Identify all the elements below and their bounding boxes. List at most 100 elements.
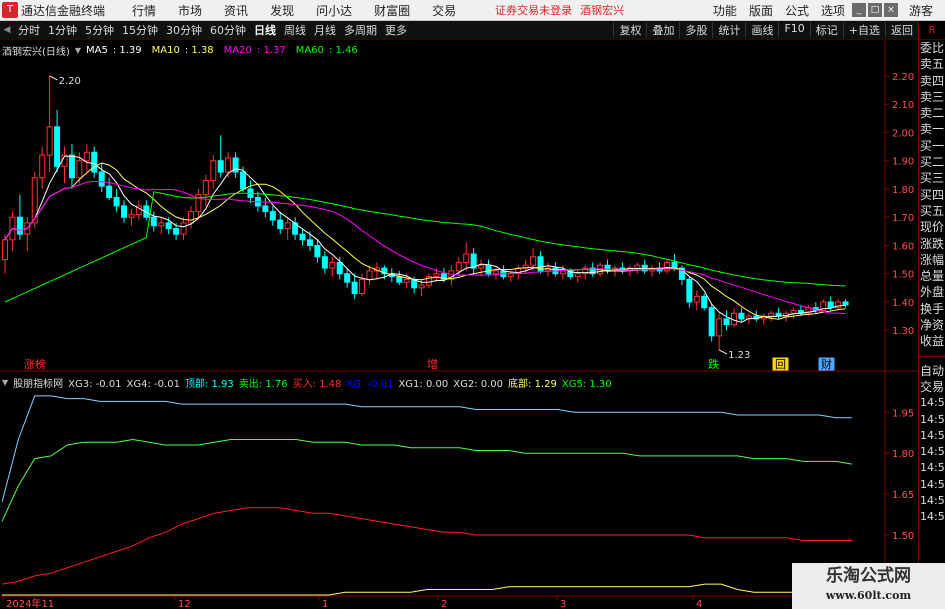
indicator-name[interactable]: 股朋指标网 xyxy=(13,375,63,390)
maximize-button[interactable]: □ xyxy=(867,3,882,17)
trade-field-0[interactable]: 自动 xyxy=(919,363,945,379)
candle-body xyxy=(314,244,321,258)
guest-user[interactable]: 游客 xyxy=(909,2,933,19)
candle-body xyxy=(738,312,745,320)
tick-time-2[interactable]: 14:56 xyxy=(919,428,945,444)
watermark-title: 乐淘公式网 xyxy=(826,566,911,586)
quote-field-10[interactable]: 买五 xyxy=(919,203,945,219)
menu-options[interactable]: 选项 xyxy=(815,2,851,19)
indicator-value-6: XG1: 0.00 xyxy=(398,379,449,390)
quote-field-18[interactable]: 收益 xyxy=(919,333,945,349)
expand-icon[interactable]: ▼ xyxy=(2,378,8,387)
tool-mark[interactable]: 标记 xyxy=(809,22,843,38)
candle-body xyxy=(723,318,730,326)
add-watchlist-button[interactable]: +自选 xyxy=(842,22,885,38)
high-pointer xyxy=(49,75,58,81)
quote-field-15[interactable]: 外盘 xyxy=(919,284,945,300)
tick-time-0[interactable]: 14:56 xyxy=(919,395,945,411)
chevron-left-icon[interactable]: ◀ xyxy=(0,25,14,35)
quote-field-8[interactable]: 买三 xyxy=(919,170,945,186)
candle-body xyxy=(478,264,485,269)
indicator-legend: ▼ 股朋指标网 XG3: -0.01 XG4: -0.01 顶部: 1.93 卖出: … xyxy=(2,375,622,390)
menu-formula[interactable]: 公式 xyxy=(779,2,815,19)
quote-field-14[interactable]: 总量 xyxy=(919,268,945,284)
decline-marker: 跌 xyxy=(708,357,719,371)
menu-ask[interactable]: 问小达 xyxy=(305,2,363,19)
quote-field-7[interactable]: 买二 xyxy=(919,154,945,170)
menu-wealth[interactable]: 财富圈 xyxy=(363,2,421,19)
candle-body xyxy=(39,154,46,179)
quote-field-6[interactable]: 买一 xyxy=(919,138,945,154)
kline-chart-area[interactable]: 2.20 2.10 2.00 1.90 1.80 1.70 1.60 1.50 1.40 1.30… xyxy=(0,40,918,609)
ma20-line xyxy=(4,180,846,315)
period-more[interactable]: 更多 xyxy=(381,22,411,38)
app-logo-icon: T xyxy=(2,2,18,18)
period-tick[interactable]: 分时 xyxy=(14,22,44,38)
menubar: T 通达信金融终端 行情 市场 资讯 发现 问小达 财富圈 交易 证券交易未登录… xyxy=(0,0,945,21)
quote-field-11[interactable]: 现价 xyxy=(919,219,945,235)
candle-body xyxy=(128,213,135,218)
tick-time-5[interactable]: 14:56 xyxy=(919,477,945,493)
quote-field-9[interactable]: 买四 xyxy=(919,187,945,203)
menu-market[interactable]: 市场 xyxy=(167,2,213,19)
bottom-line xyxy=(2,583,852,596)
tool-multi-stock[interactable]: 多股 xyxy=(679,22,712,38)
quote-field-16[interactable]: 换手 xyxy=(919,301,945,317)
chart-canvas[interactable]: 2.20 2.10 2.00 1.90 1.80 1.70 1.60 1.50 1.40 1.30… xyxy=(0,40,918,609)
candle-body xyxy=(299,233,306,241)
period-15min[interactable]: 15分钟 xyxy=(118,22,162,38)
tick-time-6[interactable]: 14:56 xyxy=(919,493,945,509)
quote-field-17[interactable]: 净资 xyxy=(919,317,945,333)
quote-field-12[interactable]: 涨跌 xyxy=(919,236,945,252)
tool-f10[interactable]: F10 xyxy=(778,22,809,38)
trade-field-1[interactable]: 交易 xyxy=(919,379,945,395)
candle-body xyxy=(83,151,90,162)
sidebar-toggle[interactable]: R xyxy=(919,21,945,40)
quote-field-3[interactable]: 卖三 xyxy=(919,89,945,105)
menu-layout[interactable]: 版面 xyxy=(743,2,779,19)
stock-label[interactable]: 酒钢宏兴(日线) xyxy=(2,43,70,58)
menu-discover[interactable]: 发现 xyxy=(259,2,305,19)
quote-field-13[interactable]: 涨幅 xyxy=(919,252,945,268)
tick-time-3[interactable]: 14:56 xyxy=(919,444,945,460)
period-weekly[interactable]: 周线 xyxy=(280,22,310,38)
period-30min[interactable]: 30分钟 xyxy=(162,22,206,38)
menu-news[interactable]: 资讯 xyxy=(213,2,259,19)
close-button[interactable]: × xyxy=(883,3,898,17)
price-tick-label: 1.30 xyxy=(892,326,914,337)
tick-time-7[interactable]: 14:56 xyxy=(919,509,945,525)
menu-functions[interactable]: 功能 xyxy=(707,2,743,19)
period-1min[interactable]: 1分钟 xyxy=(44,22,81,38)
current-stock-name: 酒钢宏兴 xyxy=(580,4,625,17)
candle-body xyxy=(693,295,700,303)
tool-statistics[interactable]: 统计 xyxy=(712,22,745,38)
period-multi[interactable]: 多周期 xyxy=(340,22,381,38)
menu-trade[interactable]: 交易 xyxy=(421,2,467,19)
period-daily[interactable]: 日线 xyxy=(250,22,280,38)
tool-restore-rights[interactable]: 复权 xyxy=(613,22,646,38)
candle-body xyxy=(173,228,180,235)
candle-body xyxy=(210,160,217,182)
candle-body xyxy=(98,171,105,187)
tick-time-1[interactable]: 14:56 xyxy=(919,412,945,428)
quote-field-1[interactable]: 卖五 xyxy=(919,56,945,72)
minimize-button[interactable]: _ xyxy=(851,3,866,17)
broker-status[interactable]: 证券交易未登录 xyxy=(495,2,572,18)
tick-time-4[interactable]: 14:56 xyxy=(919,460,945,476)
period-monthly[interactable]: 月线 xyxy=(310,22,340,38)
period-5min[interactable]: 5分钟 xyxy=(81,22,118,38)
tool-draw-line[interactable]: 画线 xyxy=(745,22,778,38)
quote-field-4[interactable]: 卖二 xyxy=(919,105,945,121)
indicator-value-1: XG4: -0.01 xyxy=(126,379,180,390)
period-60min[interactable]: 60分钟 xyxy=(206,22,250,38)
quote-field-2[interactable]: 卖四 xyxy=(919,73,945,89)
xaxis-label: 3 xyxy=(560,599,566,609)
quote-field-0[interactable]: 委比 xyxy=(919,40,945,56)
ma20-label: MA20: 1.37 xyxy=(223,45,286,56)
menu-quotes[interactable]: 行情 xyxy=(121,2,167,19)
tool-overlay[interactable]: 叠加 xyxy=(646,22,679,38)
app-title: 通达信金融终端 xyxy=(21,3,106,18)
expand-icon[interactable]: ▼ xyxy=(75,46,81,55)
back-button[interactable]: 返回 xyxy=(885,22,918,38)
quote-field-5[interactable]: 卖一 xyxy=(919,121,945,137)
